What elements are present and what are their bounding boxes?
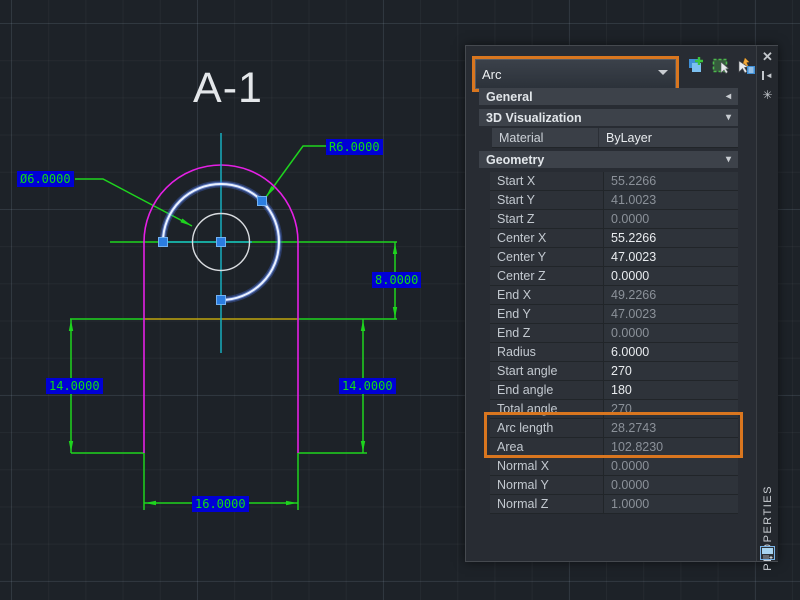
property-value[interactable]: 180 <box>604 381 738 399</box>
section-label: 3D Visualization <box>486 110 582 125</box>
property-label: End angle <box>490 381 604 399</box>
property-row-end-y: End Y 47.0023 <box>490 305 738 324</box>
grip-arc-start[interactable] <box>216 295 226 305</box>
section-header-3d-visualization[interactable]: 3D Visualization ▾ <box>479 109 738 126</box>
settings-button[interactable]: ✳ <box>757 86 778 104</box>
collapse-arrow-icon[interactable]: ◂ <box>726 91 731 102</box>
dim-label-width-bottom[interactable]: 16.0000 <box>192 496 249 512</box>
property-value[interactable]: 6.0000 <box>604 343 738 361</box>
property-row-start-x: Start X 55.2266 <box>490 172 738 191</box>
dim-label-radius[interactable]: R6.0000 <box>326 139 383 155</box>
property-value[interactable]: 0.0000 <box>604 267 738 285</box>
object-type-value: Arc <box>482 66 502 82</box>
property-row-normal-x: Normal X 0.0000 <box>490 457 738 476</box>
property-value[interactable]: 55.2266 <box>604 229 738 247</box>
expand-arrow-icon[interactable]: ▾ <box>726 112 731 123</box>
property-row-end-z: End Z 0.0000 <box>490 324 738 343</box>
properties-palette-body: Arc General ◂ 3D Visualization ▾ Materia… <box>466 46 756 561</box>
property-value: 41.0023 <box>604 191 738 209</box>
property-value: 0.0000 <box>604 476 738 494</box>
properties-palette-icon[interactable] <box>760 546 775 560</box>
property-value: 55.2266 <box>604 172 738 190</box>
property-label: Start Z <box>490 210 604 228</box>
grip-arc-end[interactable] <box>158 237 168 247</box>
property-label: End Z <box>490 324 604 342</box>
geometry-rows: Start X 55.2266 Start Y 41.0023 Start Z 0.000… <box>490 172 738 514</box>
palette-title[interactable]: PROPERTIES <box>757 470 778 585</box>
auto-hide-button[interactable]: ◄ <box>757 66 778 84</box>
property-row-end-angle: End angle 180 <box>490 381 738 400</box>
property-label: Normal X <box>490 457 604 475</box>
quick-select-button[interactable] <box>736 55 756 75</box>
property-label: Start angle <box>490 362 604 380</box>
dim-label-height-left[interactable]: 14.0000 <box>46 378 103 394</box>
close-button[interactable]: ✕ <box>757 48 778 66</box>
property-row-start-z: Start Z 0.0000 <box>490 210 738 229</box>
property-row-center-y: Center Y 47.0023 <box>490 248 738 267</box>
property-value: 49.2266 <box>604 286 738 304</box>
property-value: 270 <box>604 400 738 418</box>
property-label: Center X <box>490 229 604 247</box>
view-title: A-1 <box>193 64 263 112</box>
property-value: 0.0000 <box>604 210 738 228</box>
palette-title-bar: ✕ ◄ ✳ PROPERTIES <box>756 46 778 570</box>
property-label: Radius <box>490 343 604 361</box>
dim-label-diameter[interactable]: Ø6.0000 <box>17 171 74 187</box>
property-label: End Y <box>490 305 604 323</box>
property-row-center-x: Center X 55.2266 <box>490 229 738 248</box>
property-row-start-y: Start Y 41.0023 <box>490 191 738 210</box>
autocad-workspace: A-1 Ø6.0000 R6.0000 8.0000 14.0000 14.00… <box>0 0 800 600</box>
property-label: Normal Y <box>490 476 604 494</box>
property-label: Material <box>492 128 599 147</box>
object-type-dropdown[interactable]: Arc <box>475 59 676 89</box>
close-icon: ✕ <box>762 49 773 64</box>
property-row-area: Area 102.8230 <box>490 438 738 457</box>
property-value[interactable]: 270 <box>604 362 738 380</box>
property-label: Start X <box>490 172 604 190</box>
dim-label-height-right[interactable]: 14.0000 <box>339 378 396 394</box>
property-row-end-x: End X 49.2266 <box>490 286 738 305</box>
property-row-total-angle: Total angle 270 <box>490 400 738 419</box>
auto-hide-icon <box>762 70 765 80</box>
property-label: Start Y <box>490 191 604 209</box>
property-label: Normal Z <box>490 495 604 513</box>
dim-label-offset-top[interactable]: 8.0000 <box>372 272 422 288</box>
property-value: 0.0000 <box>604 457 738 475</box>
property-label: Area <box>490 438 604 456</box>
property-row-center-z: Center Z 0.0000 <box>490 267 738 286</box>
section-header-geometry[interactable]: Geometry ▾ <box>479 151 738 168</box>
property-value: 102.8230 <box>604 438 738 456</box>
section-header-general[interactable]: General ◂ <box>479 88 738 105</box>
property-value: 47.0023 <box>604 305 738 323</box>
section-label: General <box>486 89 533 104</box>
property-value: 28.2743 <box>604 419 738 437</box>
property-label: Center Z <box>490 267 604 285</box>
dimension-lines[interactable] <box>70 145 397 510</box>
property-label: Center Y <box>490 248 604 266</box>
property-row-radius: Radius 6.0000 <box>490 343 738 362</box>
object-type-highlight-box: Arc <box>472 56 679 92</box>
property-value[interactable]: ByLayer <box>599 128 738 147</box>
property-row-material: Material ByLayer <box>492 128 738 148</box>
property-value: 1.0000 <box>604 495 738 513</box>
property-value[interactable]: 47.0023 <box>604 248 738 266</box>
property-row-start-angle: Start angle 270 <box>490 362 738 381</box>
expand-arrow-icon[interactable]: ▾ <box>726 154 731 165</box>
property-row-normal-y: Normal Y 0.0000 <box>490 476 738 495</box>
select-objects-button[interactable] <box>711 55 731 75</box>
property-row-arc-length: Arc length 28.2743 <box>490 419 738 438</box>
section-label: Geometry <box>486 152 545 167</box>
gear-icon: ✳ <box>762 88 773 102</box>
property-label: End X <box>490 286 604 304</box>
grip-arc-mid[interactable] <box>257 196 267 206</box>
dimension-arrowheads <box>68 186 398 506</box>
properties-palette: Arc General ◂ 3D Visualization ▾ Materia… <box>465 45 778 570</box>
property-row-normal-z: Normal Z 1.0000 <box>490 495 738 514</box>
property-value: 0.0000 <box>604 324 738 342</box>
chevron-down-icon <box>658 70 668 75</box>
property-label: Total angle <box>490 400 604 418</box>
pickadd-toggle-button[interactable] <box>686 55 706 75</box>
grip-center[interactable] <box>216 237 226 247</box>
property-label: Arc length <box>490 419 604 437</box>
